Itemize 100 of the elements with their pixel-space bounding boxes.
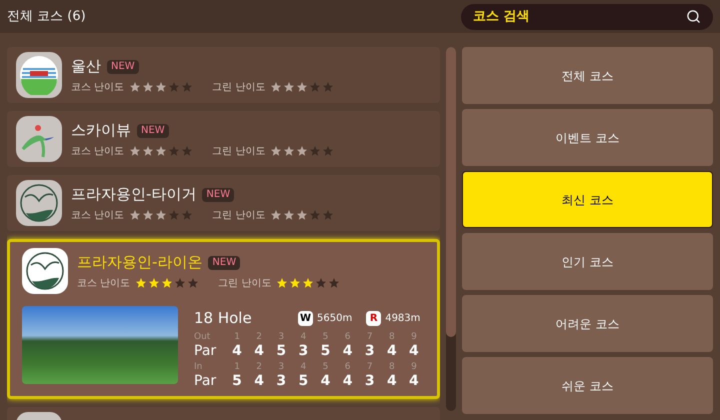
hole-number: 3 <box>277 362 286 372</box>
star-icon <box>129 145 142 158</box>
tee-distance: 4983m <box>385 312 420 326</box>
star-icon <box>296 81 308 94</box>
tee-mark-badge: R <box>366 310 382 326</box>
star-icon <box>309 81 322 94</box>
star-icon <box>155 145 168 158</box>
difficulty-label: 코스 난이도 <box>71 144 124 159</box>
course-name: 스카이뷰 <box>71 120 131 142</box>
par-value: 4 <box>320 372 332 390</box>
difficulty-label: 그린 난이도 <box>212 208 266 223</box>
search-field[interactable]: 코스 검색 <box>473 6 686 26</box>
scrollbar[interactable] <box>446 47 456 411</box>
par-value: 5 <box>320 342 332 360</box>
filter-button[interactable]: 전체 코스 <box>462 47 713 104</box>
new-badge: NEW <box>208 256 240 270</box>
par-value: 5 <box>298 372 310 390</box>
star-icon <box>148 277 160 290</box>
star-icon <box>129 81 142 94</box>
par-value: 4 <box>253 342 266 360</box>
par-value: 3 <box>364 372 376 390</box>
hole-number: 9 <box>410 332 418 342</box>
par-value: 3 <box>364 342 376 360</box>
hole-number: 2 <box>255 332 264 342</box>
star-icon <box>168 209 180 222</box>
star-icon <box>270 81 282 94</box>
star-icon <box>322 145 334 158</box>
star-icon <box>270 145 282 158</box>
course-card[interactable]: 울산 NEW 코스 난이도 그린 난이도 <box>7 47 440 103</box>
star-icon <box>296 209 308 222</box>
hole-number: 7 <box>366 332 374 342</box>
star-icon <box>142 81 154 94</box>
difficulty-label: 그린 난이도 <box>218 276 272 291</box>
scrollbar-thumb[interactable] <box>446 47 456 337</box>
hole-number: 6 <box>344 332 352 342</box>
hole-number: 8 <box>388 362 396 372</box>
difficulty-label: 그린 난이도 <box>212 80 266 95</box>
star-icon <box>309 209 322 222</box>
filter-button[interactable]: 쉬운 코스 <box>462 357 713 414</box>
star-icon <box>270 209 282 222</box>
star-icon <box>168 145 180 158</box>
hole-number: 5 <box>322 362 330 372</box>
star-icon <box>315 277 328 290</box>
course-card[interactable]: 스카이뷰 NEW 코스 난이도 그린 난이도 <box>7 111 440 167</box>
par-label: Par <box>194 342 218 360</box>
search-icon <box>686 9 701 24</box>
par-value: 4 <box>408 372 420 390</box>
star-icon <box>302 277 314 290</box>
hole-number: 2 <box>255 362 264 372</box>
hole-number: 4 <box>300 362 308 372</box>
star-icon <box>174 277 186 290</box>
par-value: 5 <box>275 342 288 360</box>
tee-distance: 5650m <box>317 312 352 326</box>
filter-button[interactable]: 인기 코스 <box>462 233 713 290</box>
difficulty-label: 코스 난이도 <box>71 80 124 95</box>
difficulty-label: 코스 난이도 <box>71 208 124 223</box>
par-value: 3 <box>275 372 288 390</box>
course-name: 울산 <box>71 56 101 78</box>
course-card[interactable]: 프라자용인-라이온 NEW 코스 난이도 그린 난이도 18 Hole W 5650m R 4983m Out 1 2 3 4 5 6 7 8 9 Par 4 4 5 3 5 4 3 4 4 In 1 2 3 4 5 6 7 8 9 Par 5 4 3 5 4 4 3 4 4 <box>7 239 440 399</box>
star-icon <box>322 209 334 222</box>
star-icon <box>276 277 288 290</box>
course-name: 프라자용인-타이거 <box>71 184 196 206</box>
half-label: In <box>194 362 204 372</box>
filter-button[interactable]: 최신 코스 <box>462 171 713 228</box>
hole-number: 8 <box>388 332 396 342</box>
par-label: Par <box>194 372 218 390</box>
filter-button[interactable]: 이벤트 코스 <box>462 109 713 166</box>
star-icon <box>155 81 168 94</box>
par-value: 4 <box>386 342 398 360</box>
star-icon <box>289 277 302 290</box>
star-icon <box>129 209 142 222</box>
hole-number: 1 <box>233 362 241 372</box>
star-icon <box>328 277 340 290</box>
new-badge: NEW <box>202 188 234 202</box>
par-value: 4 <box>408 342 420 360</box>
hole-number: 7 <box>366 362 374 372</box>
star-icon <box>181 81 194 94</box>
star-icon <box>181 209 194 222</box>
par-value: 3 <box>298 342 310 360</box>
star-icon <box>296 145 308 158</box>
star-icon <box>155 209 168 222</box>
hole-number: 5 <box>322 332 330 342</box>
difficulty-label: 그린 난이도 <box>212 144 266 159</box>
star-icon <box>142 145 154 158</box>
filter-button[interactable]: 어려운 코스 <box>462 295 713 352</box>
par-value: 4 <box>231 342 243 360</box>
star-icon <box>283 209 296 222</box>
hole-number: 4 <box>300 332 308 342</box>
new-badge: NEW <box>107 60 139 74</box>
hole-number: 6 <box>344 362 352 372</box>
page-title: 전체 코스 (6) <box>7 8 86 26</box>
par-value: 4 <box>342 372 354 390</box>
par-value: 4 <box>386 372 398 390</box>
course-card[interactable]: 프라자용인-타이거 NEW 코스 난이도 그린 난이도 <box>7 175 440 231</box>
hole-number: 9 <box>410 362 418 372</box>
course-name: 프라자용인-라이온 <box>77 252 202 274</box>
star-icon <box>142 209 154 222</box>
par-value: 4 <box>342 342 354 360</box>
search-bar[interactable]: 코스 검색 <box>461 4 713 30</box>
hole-number: 1 <box>233 332 241 342</box>
